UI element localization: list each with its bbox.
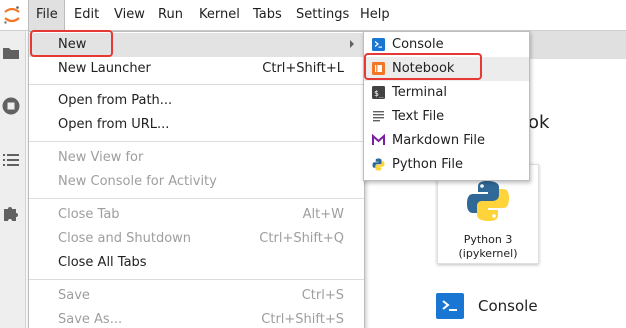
jupyter-logo-icon[interactable] [2, 4, 22, 26]
notebook-highlight-box [364, 53, 482, 80]
file-menu-open-from-url[interactable]: Open from URL... [29, 113, 364, 137]
file-menu-save: Save Ctrl+S [29, 284, 364, 308]
kernel-card-name: Python 3 [463, 233, 513, 246]
file-menu-save-as-label: Save As... [58, 312, 123, 327]
file-menu-new-view: New View for [29, 146, 364, 170]
left-sidebar [0, 31, 26, 328]
extension-puzzle-icon[interactable] [1, 203, 21, 223]
file-menu-close-tab-label: Close Tab [58, 207, 120, 222]
file-menu-close-and-shutdown: Close and Shutdown Ctrl+Shift+Q [29, 227, 364, 251]
new-highlight-box [30, 30, 113, 57]
submenu-markdown-file[interactable]: Markdown File [364, 129, 529, 153]
file-menu-save-label: Save [58, 288, 90, 303]
menu-divider [29, 198, 364, 199]
jupyterlab-window: File Edit View Run Kernel Tabs Settings … [0, 0, 626, 328]
file-menu-close-all-tabs-label: Close All Tabs [58, 255, 147, 270]
submenu-python-file[interactable]: Python File [364, 153, 529, 177]
menu-help[interactable]: Help [360, 7, 390, 22]
file-menu-open-from-path-label: Open from Path... [58, 93, 173, 108]
file-menu-close-shutdown-shortcut: Ctrl+Shift+Q [259, 231, 344, 246]
file-menu-save-as: Save As... Ctrl+Shift+S [29, 308, 364, 328]
file-menu-close-all-tabs[interactable]: Close All Tabs [29, 251, 364, 275]
kernel-card-sub: (ipykernel) [458, 247, 518, 260]
menu-divider [29, 141, 364, 142]
file-menu-open-from-url-label: Open from URL... [58, 117, 170, 132]
submenu-python-file-label: Python File [392, 157, 463, 172]
file-menu-new-launcher-shortcut: Ctrl+Shift+L [262, 61, 344, 76]
file-menu-open-from-path[interactable]: Open from Path... [29, 89, 364, 113]
submenu-text-file-label: Text File [392, 109, 445, 124]
file-menu-new-console-for-activity: New Console for Activity [29, 170, 364, 194]
menu-divider [29, 279, 364, 280]
submenu-text-file[interactable]: Text File [364, 105, 529, 129]
menu-file[interactable]: File [28, 0, 65, 31]
file-menu-close-tab-shortcut: Alt+W [302, 207, 344, 222]
terminal-icon: $_ [372, 86, 385, 99]
python-logo-icon [467, 181, 509, 221]
file-menu-close-tab: Close Tab Alt+W [29, 203, 364, 227]
file-menu-close-shutdown-label: Close and Shutdown [58, 231, 192, 246]
submenu-terminal[interactable]: $_ Terminal [364, 81, 529, 105]
file-menu-save-shortcut: Ctrl+S [301, 288, 344, 303]
folder-icon[interactable] [1, 43, 21, 63]
menu-run[interactable]: Run [158, 7, 183, 22]
file-menu-new-launcher[interactable]: New Launcher Ctrl+Shift+L [29, 57, 364, 81]
file-menu-new-launcher-label: New Launcher [58, 61, 151, 76]
submenu-terminal-label: Terminal [392, 85, 447, 100]
text-file-icon [373, 111, 384, 122]
markdown-icon [372, 134, 385, 145]
submenu-markdown-file-label: Markdown File [392, 133, 486, 148]
file-menu-save-as-shortcut: Ctrl+Shift+S [261, 312, 344, 327]
file-menu-new-console-label: New Console for Activity [58, 174, 217, 189]
menu-tabs[interactable]: Tabs [253, 7, 282, 22]
console-icon [372, 38, 385, 51]
python-icon [372, 158, 385, 171]
menu-edit[interactable]: Edit [74, 7, 99, 22]
file-menu-new-view-label: New View for [58, 150, 144, 165]
running-stop-icon[interactable] [1, 96, 21, 116]
submenu-arrow-icon [350, 40, 354, 48]
launcher-console-label: Console [478, 297, 538, 315]
menu-settings[interactable]: Settings [296, 7, 349, 22]
launcher-console-icon [436, 293, 464, 319]
menu-view[interactable]: View [114, 7, 145, 22]
menu-kernel[interactable]: Kernel [199, 7, 240, 22]
menu-file-label: File [36, 7, 58, 22]
menu-divider [29, 84, 364, 85]
submenu-console-label: Console [392, 37, 444, 52]
table-of-contents-icon[interactable] [1, 150, 21, 170]
menubar: File Edit View Run Kernel Tabs Settings … [0, 0, 626, 31]
svg-text:$_: $_ [374, 89, 384, 98]
file-menu-dropdown: New New Launcher Ctrl+Shift+L Open from … [28, 31, 365, 328]
